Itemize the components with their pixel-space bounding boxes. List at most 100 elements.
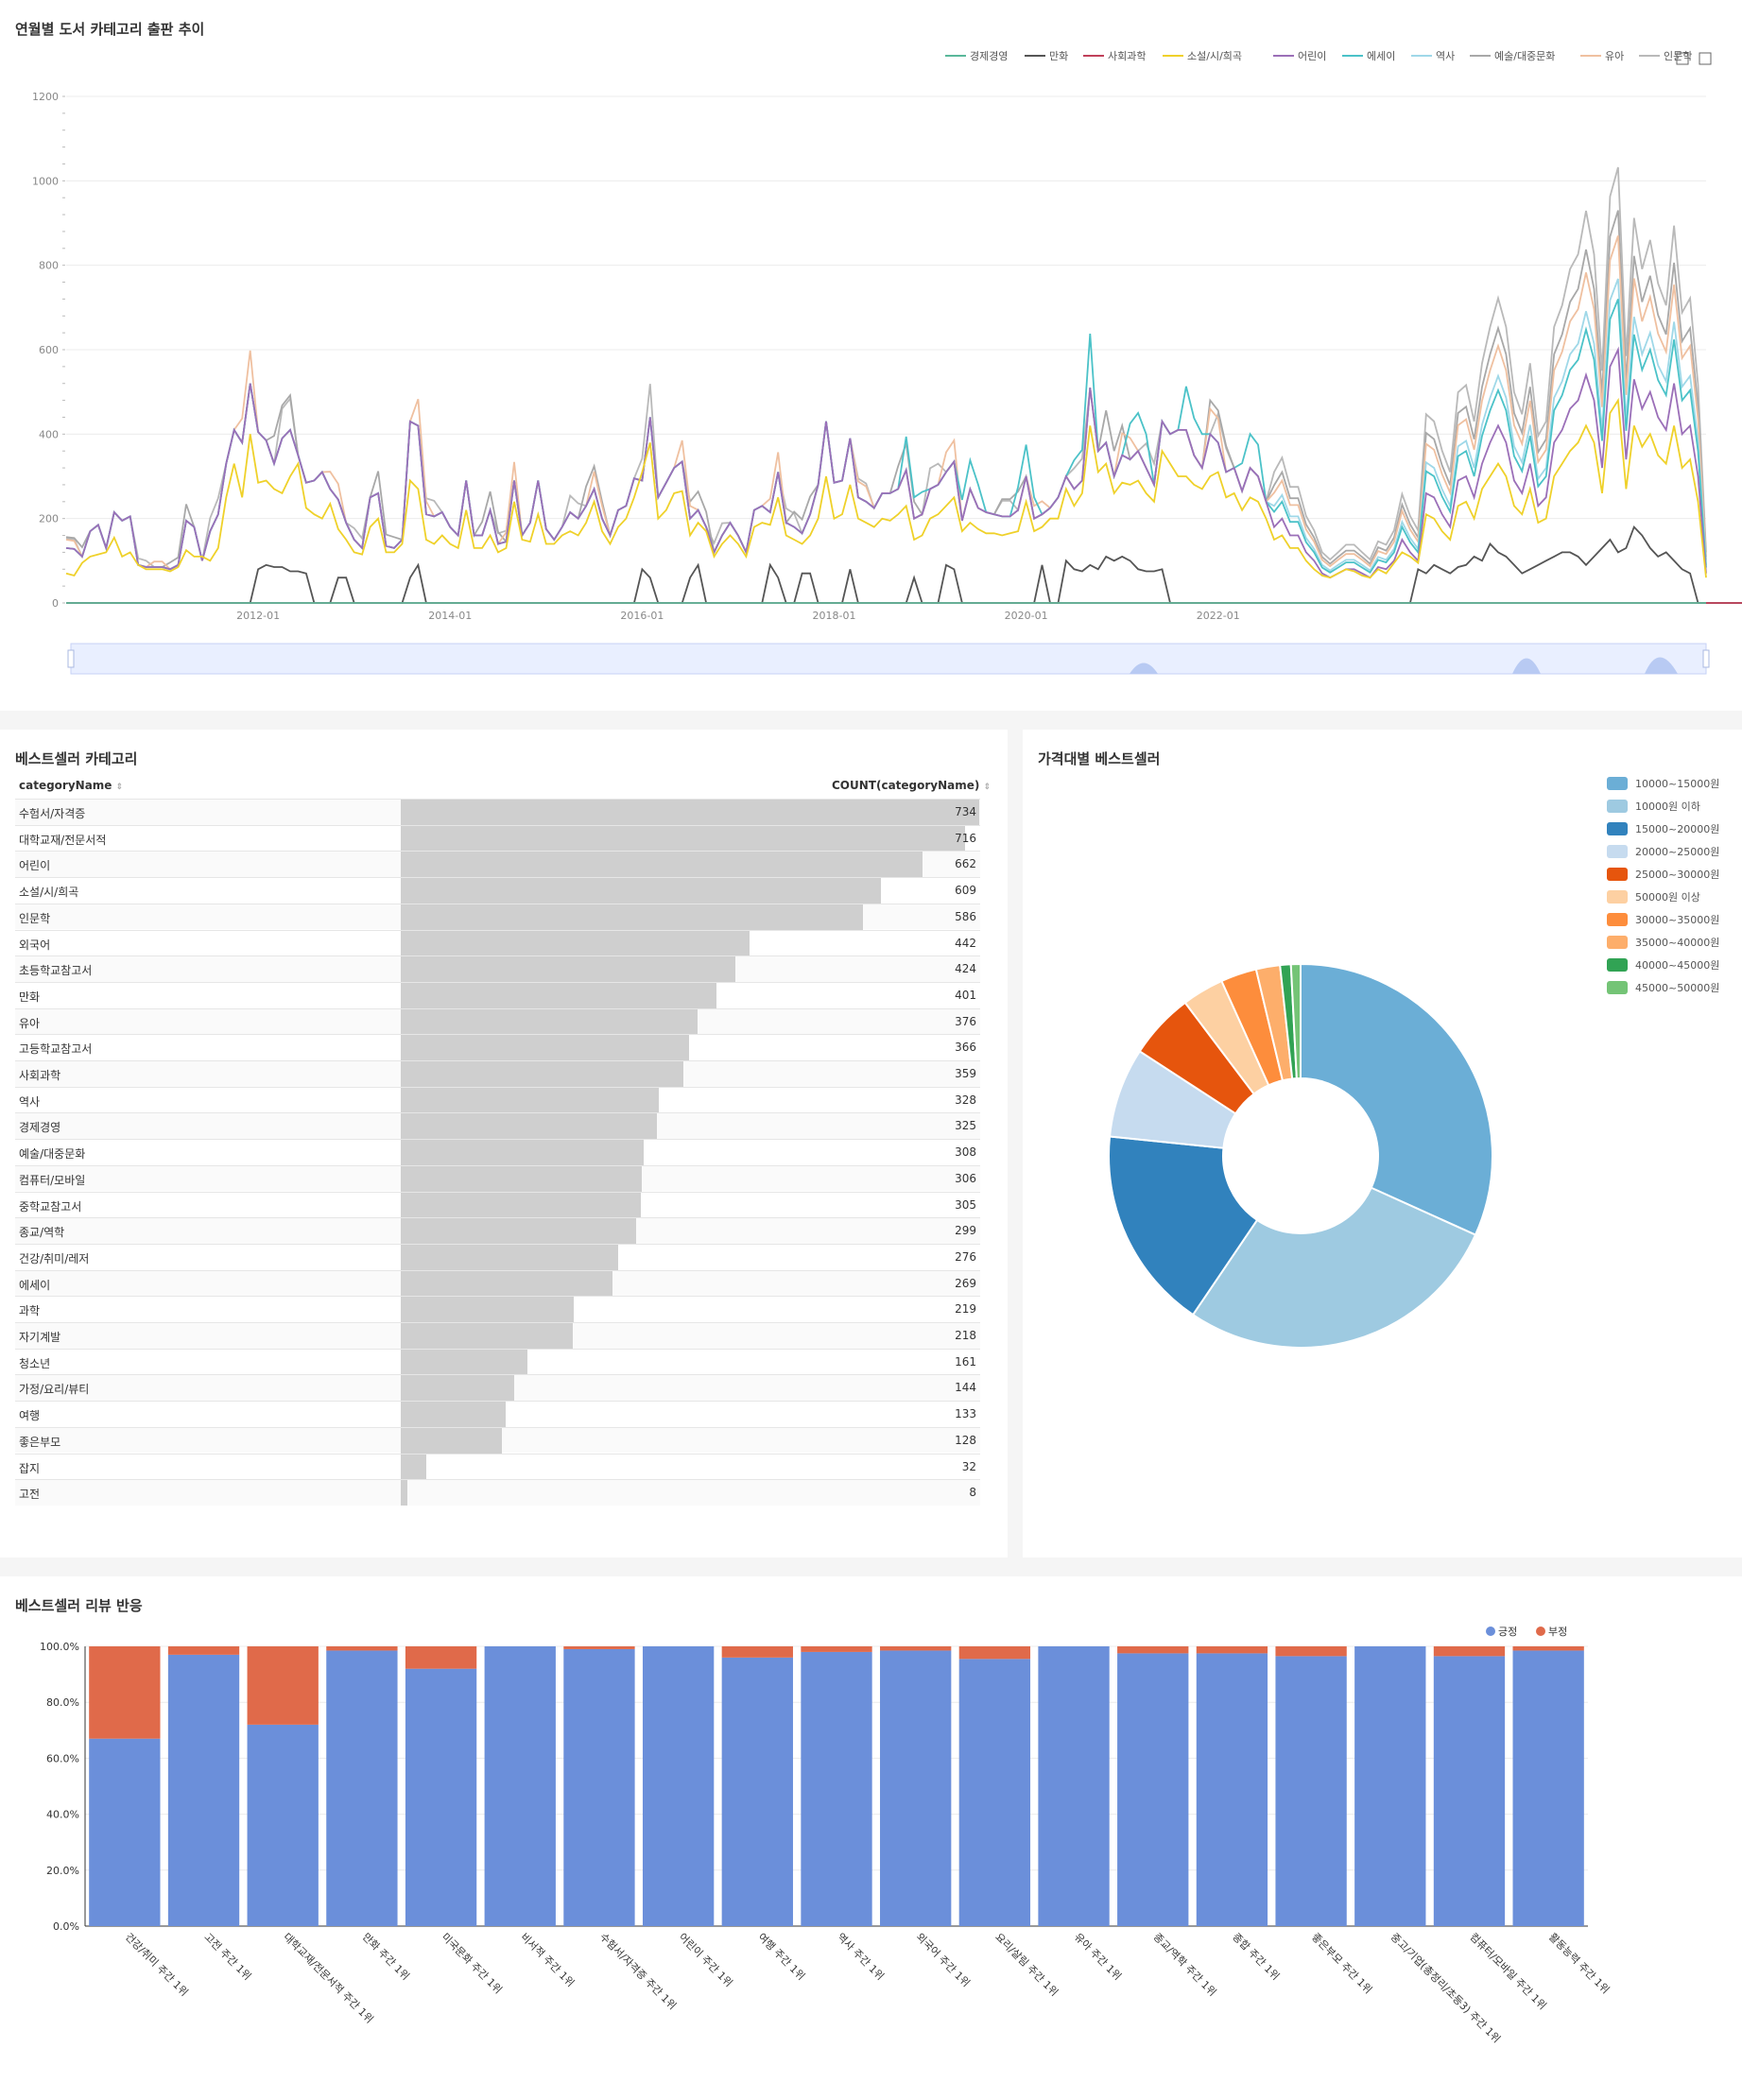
bar-positive (958, 1659, 1031, 1926)
count-cell: 734 (955, 805, 976, 818)
table-row: 종교/역학 299 (15, 1217, 980, 1245)
x-tick-label: 고전 주간 1위 (201, 1931, 253, 1983)
legend-swatch (1607, 958, 1628, 972)
category-cell: 초등학교참고서 (19, 964, 93, 978)
count-cell: 144 (955, 1381, 976, 1395)
count-cell: 359 (955, 1067, 976, 1080)
x-tick-label: 2020-01 (1005, 610, 1048, 622)
x-tick-label: 2022-01 (1197, 610, 1240, 622)
table-title: 베스트셀러 카테고리 (15, 750, 138, 767)
legend-swatch (1607, 913, 1628, 926)
bar-positive (326, 1650, 398, 1926)
count-cell: 269 (955, 1276, 976, 1290)
legend-label: 만화 (1049, 50, 1068, 62)
table-row: 만화 401 (15, 981, 980, 1008)
legend-label: 10000원 이하 (1635, 800, 1700, 813)
x-tick-label: 건강/취미 주간 1위 (123, 1931, 191, 1999)
bar-negative (89, 1646, 161, 1739)
count-cell: 128 (955, 1433, 976, 1447)
category-cell: 건강/취미/레저 (19, 1251, 90, 1265)
count-bar (401, 1402, 506, 1428)
bar-positive (1433, 1656, 1506, 1926)
count-bar (401, 1244, 619, 1270)
bar-negative (167, 1646, 240, 1655)
legend-swatch (1607, 868, 1628, 881)
bar-negative (1196, 1646, 1268, 1654)
category-cell: 역사 (19, 1094, 41, 1109)
table-row: 대학교재/전문서적 716 (15, 824, 980, 852)
y-tick-label: 1000 (32, 175, 59, 187)
table-row: 자기계발 218 (15, 1322, 980, 1349)
table-row: 고전 8 (15, 1479, 980, 1506)
y-tick-label: 0.0% (53, 1920, 79, 1933)
count-cell: 325 (955, 1119, 976, 1133)
bar-negative (958, 1646, 1031, 1660)
table-row: 좋은부모 128 (15, 1426, 980, 1454)
column-header-count[interactable]: COUNT(categoryName) ⇕ (832, 779, 991, 792)
table-row: 경제경영 325 (15, 1112, 980, 1140)
x-tick-label: 좋은부모 주간 1위 (1309, 1931, 1374, 1996)
count-bar (401, 1480, 407, 1506)
count-cell: 161 (955, 1354, 976, 1368)
category-cell: 수험서/자격증 (19, 807, 86, 820)
count-bar (401, 904, 863, 930)
category-cell: 가정/요리/뷰티 (19, 1383, 90, 1397)
stacked-bar-chart: 0.0% 20.0% 40.0% 60.0% 80.0% 100.0% 건강/취미 주간 1… (40, 1626, 1613, 2045)
category-cell: 고전 (19, 1488, 41, 1502)
legend-label: 25000~30000원 (1635, 869, 1719, 881)
y-tick-label: 40.0% (46, 1809, 79, 1821)
count-cell: 716 (955, 831, 976, 845)
category-cell: 잡지 (19, 1461, 41, 1475)
x-tick-label: 외국어 주간 1위 (914, 1931, 973, 1989)
category-cell: 청소년 (19, 1356, 51, 1370)
bar-positive (89, 1738, 161, 1926)
table-row: 어린이 662 (15, 851, 980, 878)
category-cell: 여행 (19, 1409, 41, 1423)
y-tick-label: 1200 (32, 91, 59, 103)
legend-label: 긍정 (1498, 1626, 1517, 1638)
bar-negative (721, 1646, 793, 1658)
x-tick-label: 2014-01 (428, 610, 472, 622)
table-row: 초등학교참고서 424 (15, 955, 980, 983)
x-tick-label: 컴퓨터/모바일 주간 1위 (1467, 1930, 1549, 2012)
slider-handle-left (67, 649, 75, 668)
legend-label: 40000~45000원 (1635, 959, 1719, 972)
table-row: 여행 133 (15, 1401, 980, 1428)
column-header-category[interactable]: categoryName ⇕ (19, 779, 123, 792)
legend-label: 30000~35000원 (1635, 914, 1719, 926)
donut-chart: 10000~15000원 10000원 이하 15000~20000원 20000~2… (1108, 777, 1719, 1349)
category-cell: 소설/시/희곡 (19, 886, 79, 900)
bar-positive (563, 1648, 635, 1926)
count-bar (401, 1008, 698, 1035)
table-row: 과학 219 (15, 1296, 980, 1323)
count-bar (401, 800, 979, 825)
count-bar (401, 852, 923, 878)
bar-positive (484, 1646, 556, 1926)
bar-negative (1512, 1646, 1584, 1651)
column-header-count-label: COUNT(categoryName) (832, 779, 980, 792)
count-cell: 424 (955, 962, 976, 976)
bar-negative (326, 1646, 398, 1651)
legend-dot-negative (1536, 1627, 1545, 1636)
category-cell: 종교/역학 (19, 1226, 65, 1240)
count-cell: 328 (955, 1093, 976, 1107)
category-cell: 경제경영 (19, 1121, 61, 1135)
category-cell: 예술/대중문화 (19, 1147, 86, 1162)
table-row: 역사 328 (15, 1086, 980, 1113)
count-cell: 586 (955, 909, 976, 923)
legend-label: 유아 (1605, 50, 1624, 62)
category-cell: 어린이 (19, 859, 51, 873)
bar-positive (801, 1651, 872, 1926)
count-bar (401, 1427, 502, 1454)
bar-negative (1117, 1646, 1189, 1654)
x-tick-label: 종합 주간 1위 (1230, 1931, 1282, 1983)
bar-positive (1275, 1656, 1347, 1926)
count-cell: 442 (955, 936, 976, 950)
category-cell: 인문학 (19, 911, 51, 925)
table-row: 소설/시/희곡 609 (15, 877, 980, 904)
table-row: 에세이 269 (15, 1269, 980, 1297)
x-tick-label: 비서적 주간 1위 (518, 1931, 577, 1989)
count-cell: 8 (969, 1486, 976, 1500)
x-tick-label: 2016-01 (620, 610, 664, 622)
table-row: 인문학 586 (15, 903, 980, 930)
